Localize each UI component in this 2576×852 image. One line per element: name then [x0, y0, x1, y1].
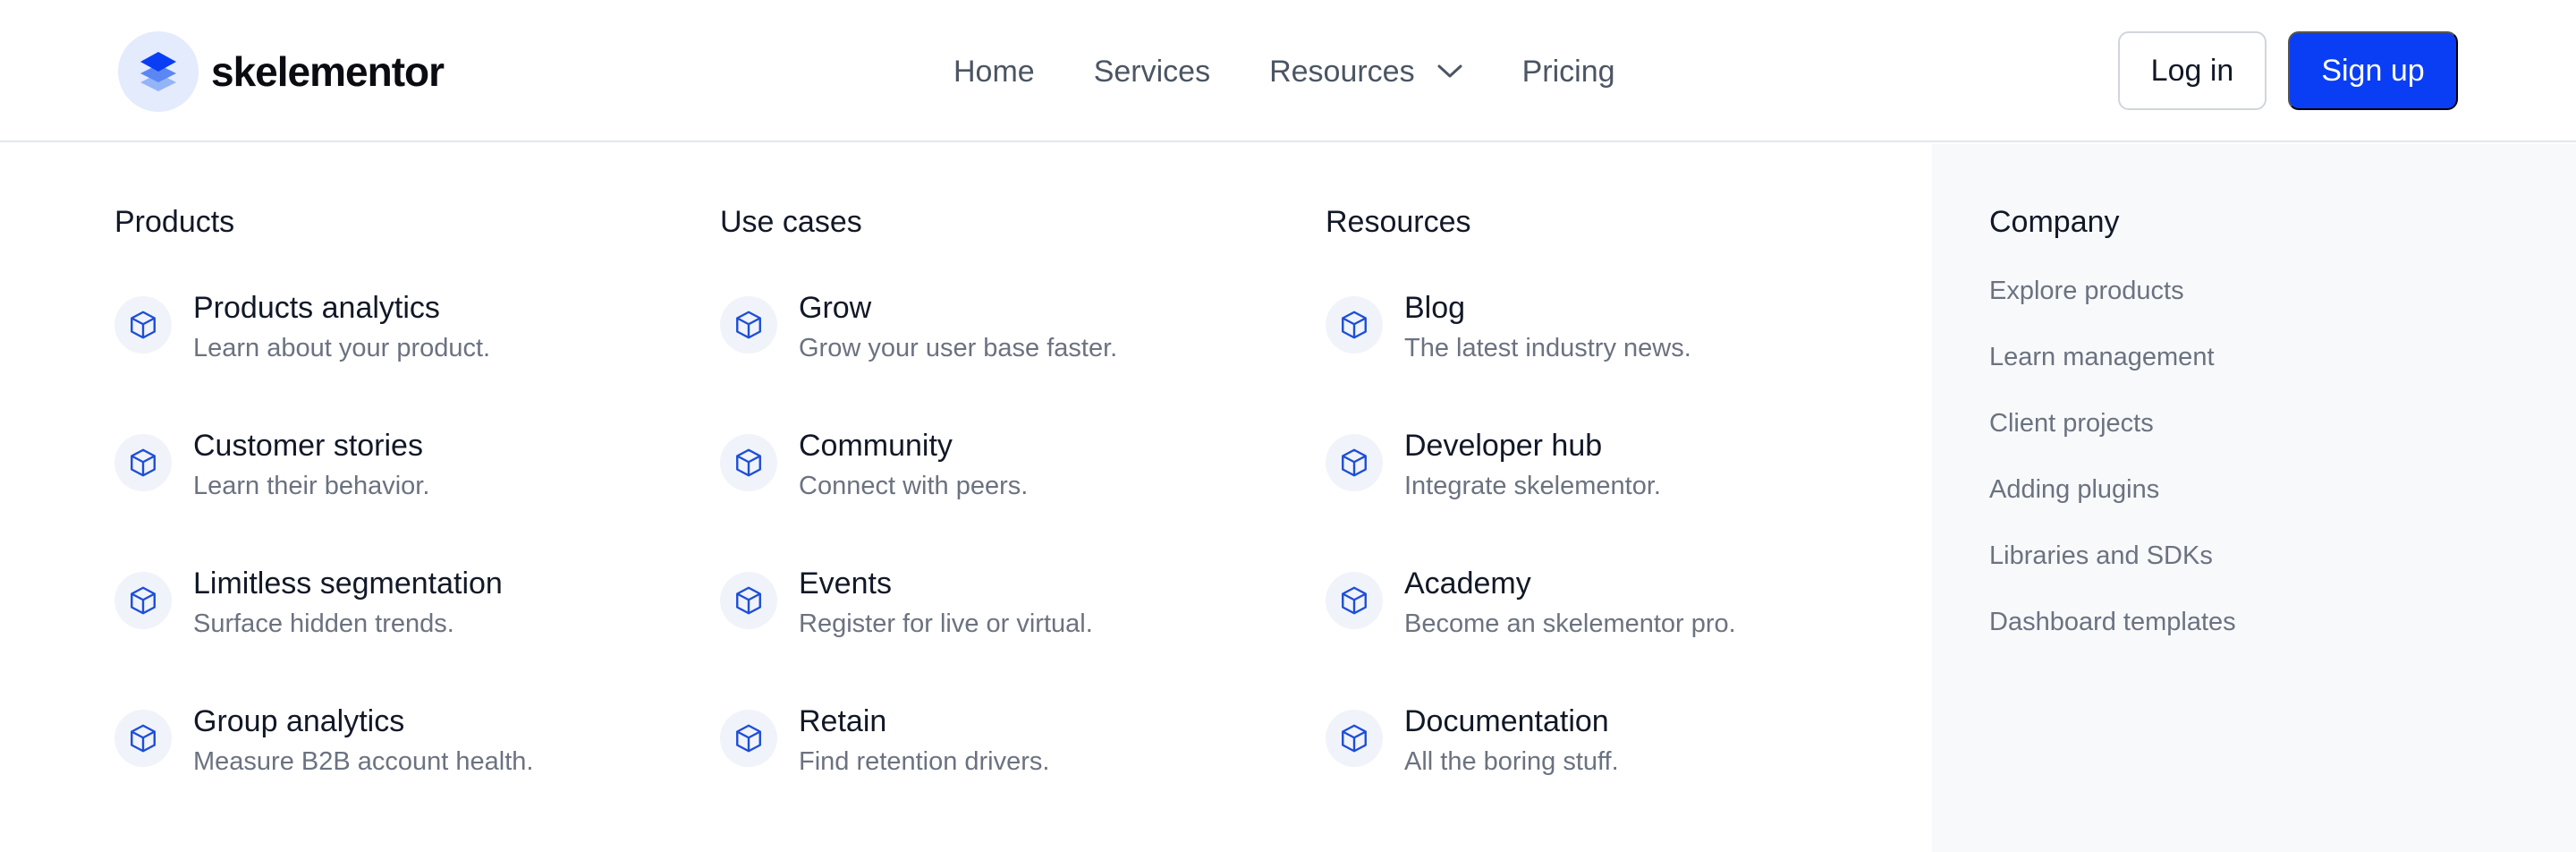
menu-item-events[interactable]: Events Register for live or virtual.	[720, 563, 1292, 642]
column-title: Products	[114, 205, 235, 239]
nav-item-label: Services	[1093, 54, 1211, 89]
menu-item-title: Documentation	[1404, 704, 1609, 738]
menu-item-title: Customer stories	[193, 429, 423, 463]
nav-item-pricing[interactable]: Pricing	[1522, 49, 1615, 94]
nav-item-resources[interactable]: Resources	[1269, 49, 1463, 94]
menu-item-documentation[interactable]: Documentation All the boring stuff.	[1326, 701, 1898, 780]
main-nav: Home Services Resources Pricing	[953, 49, 1615, 94]
menu-item-title: Academy	[1404, 567, 1531, 601]
nav-item-services[interactable]: Services	[1094, 49, 1210, 94]
company-link-explore-products[interactable]: Explore products	[1989, 277, 2184, 306]
menu-item-title: Products analytics	[193, 291, 440, 325]
menu-item-title: Blog	[1404, 291, 1466, 325]
cube-icon	[1326, 572, 1383, 629]
cube-icon	[720, 572, 777, 629]
menu-item-desc: Become an skelementor pro.	[1404, 609, 1736, 638]
company-link-adding-plugins[interactable]: Adding plugins	[1989, 475, 2159, 505]
menu-column-company: Company Explore products Learn managemen…	[1932, 144, 2576, 852]
menu-item-desc: Learn about your product.	[193, 334, 491, 362]
menu-item-community[interactable]: Community Connect with peers.	[720, 425, 1292, 504]
company-link-libraries-and-sdks[interactable]: Libraries and SDKs	[1989, 541, 2213, 571]
menu-item-blog[interactable]: Blog The latest industry news.	[1326, 287, 1898, 366]
nav-item-home[interactable]: Home	[953, 49, 1035, 94]
menu-item-desc: Measure B2B account health.	[193, 747, 534, 776]
menu-item-desc: Grow your user base faster.	[799, 334, 1118, 362]
company-link-client-projects[interactable]: Client projects	[1989, 409, 2154, 439]
company-link-learn-management[interactable]: Learn management	[1989, 343, 2215, 372]
menu-item-title: Group analytics	[193, 704, 405, 738]
signup-button[interactable]: Sign up	[2288, 31, 2458, 110]
menu-item-limitless-segmentation[interactable]: Limitless segmentation Surface hidden tre…	[114, 563, 687, 642]
menu-item-title: Community	[799, 429, 953, 463]
cube-icon	[114, 710, 172, 767]
cube-icon	[720, 296, 777, 354]
menu-item-title: Grow	[799, 291, 872, 325]
mega-menu: Products Products analytics Learn about y…	[0, 144, 2576, 852]
menu-item-title: Developer hub	[1404, 429, 1603, 463]
column-title: Use cases	[720, 205, 862, 239]
brand-name: skelementor	[211, 48, 445, 95]
menu-item-retain[interactable]: Retain Find retention drivers.	[720, 701, 1292, 780]
nav-item-label: Home	[953, 54, 1035, 89]
nav-item-label: Pricing	[1521, 54, 1615, 89]
cube-icon	[114, 296, 172, 354]
nav-item-label: Resources	[1269, 54, 1415, 89]
menu-item-developer-hub[interactable]: Developer hub Integrate skelementor.	[1326, 425, 1898, 504]
menu-item-desc: The latest industry news.	[1404, 334, 1691, 362]
menu-item-desc: Surface hidden trends.	[193, 609, 454, 638]
cube-icon	[114, 434, 172, 491]
menu-item-desc: Connect with peers.	[799, 472, 1029, 500]
menu-item-desc: Learn their behavior.	[193, 472, 430, 500]
menu-item-desc: Find retention drivers.	[799, 747, 1050, 776]
login-button[interactable]: Log in	[2118, 31, 2267, 110]
menu-item-group-analytics[interactable]: Group analytics Measure B2B account healt…	[114, 701, 687, 780]
top-navbar: skelementor Home Services Resources Pric…	[0, 0, 2576, 142]
menu-item-title: Retain	[799, 704, 887, 738]
company-link-dashboard-templates[interactable]: Dashboard templates	[1989, 608, 2236, 637]
column-title: Resources	[1326, 205, 1471, 239]
brand[interactable]: skelementor	[118, 31, 445, 112]
cube-icon	[114, 572, 172, 629]
column-title: Company	[1989, 205, 2120, 239]
menu-item-title: Events	[799, 567, 892, 601]
cube-icon	[1326, 296, 1383, 354]
cube-icon	[720, 710, 777, 767]
menu-item-academy[interactable]: Academy Become an skelementor pro.	[1326, 563, 1898, 642]
cube-icon	[1326, 710, 1383, 767]
menu-item-title: Limitless segmentation	[193, 567, 503, 601]
chevron-down-icon	[1436, 64, 1463, 80]
stacked-layers-icon	[118, 31, 199, 112]
menu-item-customer-stories[interactable]: Customer stories Learn their behavior.	[114, 425, 687, 504]
cube-icon	[1326, 434, 1383, 491]
menu-item-desc: Integrate skelementor.	[1404, 472, 1661, 500]
cube-icon	[720, 434, 777, 491]
menu-item-desc: All the boring stuff.	[1404, 747, 1619, 776]
menu-item-grow[interactable]: Grow Grow your user base faster.	[720, 287, 1292, 366]
menu-item-products-analytics[interactable]: Products analytics Learn about your produ…	[114, 287, 687, 366]
menu-item-desc: Register for live or virtual.	[799, 609, 1093, 638]
